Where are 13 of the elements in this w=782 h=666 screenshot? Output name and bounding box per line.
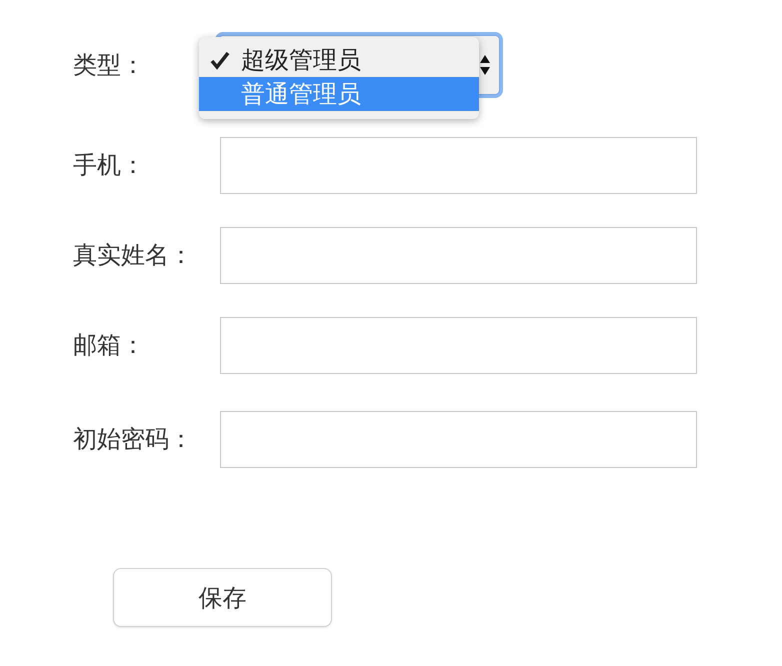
input-field[interactable] xyxy=(220,410,697,468)
input-field[interactable] xyxy=(220,226,697,284)
stepper-arrows-icon xyxy=(479,53,491,77)
field-label: 初始密码： xyxy=(73,424,194,455)
checkmark-icon xyxy=(209,49,231,71)
field-label: 手机： xyxy=(73,150,146,181)
save-button[interactable]: 保存 xyxy=(113,568,332,627)
input-field[interactable] xyxy=(220,316,697,374)
field-label: 真实姓名： xyxy=(73,240,194,271)
input-field[interactable] xyxy=(220,136,697,194)
menu-item[interactable]: 超级管理员 xyxy=(199,43,479,77)
field-label: 类型： xyxy=(73,50,146,81)
field-label: 邮箱： xyxy=(73,330,146,361)
